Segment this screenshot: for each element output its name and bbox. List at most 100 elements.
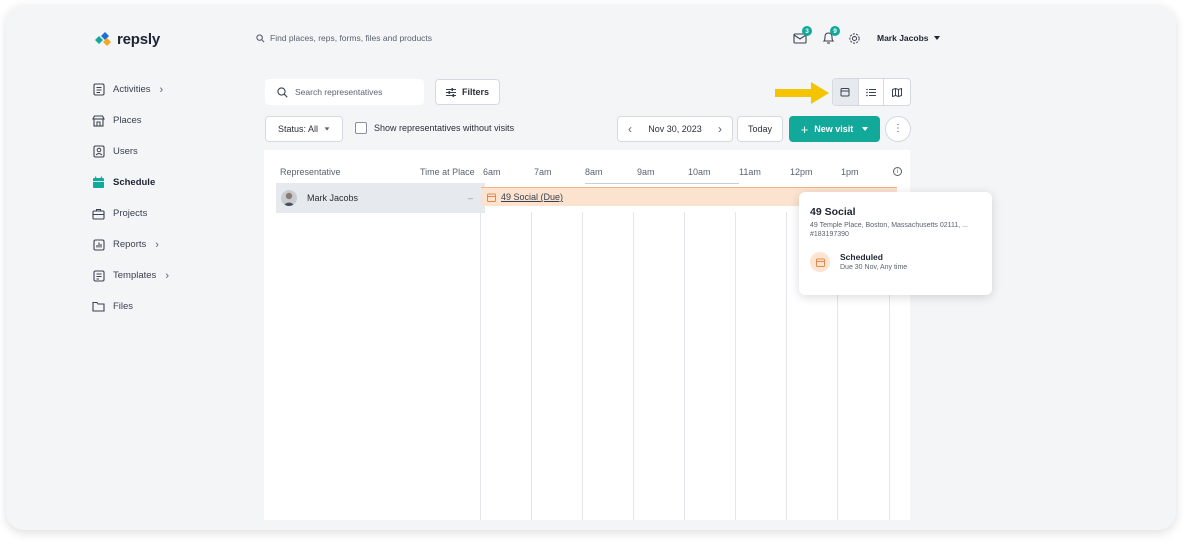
briefcase-icon <box>92 207 105 220</box>
calendar-icon <box>487 193 496 202</box>
visit-label: 49 Social (Due) <box>501 192 564 202</box>
representative-name: Mark Jacobs <box>307 193 359 203</box>
hour-label: 6am <box>483 167 501 177</box>
grid-line <box>633 212 634 520</box>
hour-label: 1pm <box>841 167 859 177</box>
filters-button[interactable]: Filters <box>435 79 500 105</box>
global-search[interactable]: Find places, reps, forms, files and prod… <box>256 33 432 43</box>
sidebar-item-reports[interactable]: Reports › <box>92 229 242 260</box>
hour-label: 11am <box>739 167 761 177</box>
user-menu[interactable]: Mark Jacobs <box>877 33 940 43</box>
sidebar-item-projects[interactable]: Projects <box>92 198 242 229</box>
popup-address: 49 Temple Place, Boston, Massachusetts 0… <box>810 222 968 229</box>
show-without-visits-label: Show representatives without visits <box>374 123 515 133</box>
chevron-right-icon: › <box>165 269 169 282</box>
template-icon <box>92 269 105 282</box>
popup-status: Scheduled Due 30 Nov, Any time <box>810 252 981 272</box>
new-visit-label: New visit <box>814 124 854 134</box>
search-icon <box>256 33 265 42</box>
logo-icon <box>95 31 111 46</box>
calendar-view-icon <box>840 88 850 97</box>
settings-button[interactable] <box>845 29 863 47</box>
sidebar-item-label: Users <box>113 146 138 157</box>
time-at-place-value: – <box>467 193 473 203</box>
current-time-underline <box>585 183 739 184</box>
user-badge-icon <box>92 145 105 158</box>
chevron-down-icon[interactable] <box>862 127 869 131</box>
sidebar-item-activities[interactable]: Activities › <box>92 74 242 105</box>
status-filter-dropdown[interactable]: Status: All <box>265 116 343 142</box>
grid-line <box>684 212 685 520</box>
gear-icon <box>848 32 860 44</box>
filters-label: Filters <box>461 87 489 97</box>
clipboard-list-icon <box>92 83 105 96</box>
sidebar-item-templates[interactable]: Templates › <box>92 260 242 291</box>
list-view-button[interactable] <box>859 79 885 105</box>
grid-line <box>786 212 787 520</box>
table-row[interactable]: Mark Jacobs – <box>276 183 485 213</box>
calendar-icon <box>810 252 830 272</box>
hour-label: 8am <box>585 167 603 177</box>
column-representative: Representative <box>280 167 341 177</box>
info-icon[interactable]: i <box>893 167 902 176</box>
sliders-icon <box>445 87 456 97</box>
hour-label: 12pm <box>790 167 813 177</box>
show-without-visits-toggle[interactable]: Show representatives without visits <box>355 122 514 134</box>
hour-label: 9am <box>637 167 655 177</box>
new-visit-button[interactable]: + New visit <box>789 116 880 142</box>
sidebar-item-schedule[interactable]: Schedule <box>92 167 242 198</box>
status-filter-label: Status: All <box>277 124 319 134</box>
messages-button[interactable]: 3 <box>791 26 812 47</box>
search-placeholder: Search representatives <box>295 87 383 97</box>
calendar-icon <box>92 176 105 189</box>
grid-line <box>531 212 532 520</box>
notifications-badge: 9 <box>830 26 840 36</box>
grid-line <box>582 212 583 520</box>
search-icon <box>277 86 288 98</box>
show-without-visits-checkbox[interactable] <box>355 122 367 134</box>
sidebar-item-files[interactable]: Files <box>92 291 242 322</box>
repsly-logo[interactable]: repsly <box>93 31 160 48</box>
calendar-view-button[interactable] <box>833 79 859 105</box>
chevron-down-icon <box>324 127 330 131</box>
popup-place-name[interactable]: 49 Social <box>810 206 981 218</box>
prev-day-button[interactable]: ‹ <box>628 122 632 136</box>
schedule-grid-header: Representative Time at Place 6am 7am 8am… <box>276 162 906 184</box>
highlight-arrow <box>775 82 829 104</box>
plus-icon: + <box>800 121 809 137</box>
folder-icon <box>92 300 105 313</box>
hour-label: 10am <box>688 167 711 177</box>
avatar <box>281 190 297 206</box>
sidebar-item-places[interactable]: Places <box>92 105 242 136</box>
sidebar-item-label: Templates <box>113 270 157 281</box>
next-day-button[interactable]: › <box>718 122 722 136</box>
representative-search-input[interactable]: Search representatives <box>265 79 424 105</box>
popup-status-title: Scheduled <box>840 252 883 262</box>
sidebar-item-label: Reports <box>113 239 147 250</box>
more-options-button[interactable]: ⋮ <box>885 116 911 142</box>
chevron-down-icon <box>933 36 940 40</box>
brand-name: repsly <box>117 31 160 48</box>
sidebar-item-label: Activities <box>113 84 151 95</box>
user-name: Mark Jacobs <box>877 33 929 43</box>
chevron-right-icon: › <box>159 83 164 96</box>
current-date-label[interactable]: Nov 30, 2023 <box>648 124 702 134</box>
popup-place-id: #183197390 <box>810 231 849 238</box>
sidebar-item-label: Projects <box>113 208 148 219</box>
sidebar-item-users[interactable]: Users <box>92 136 242 167</box>
map-view-button[interactable] <box>884 79 910 105</box>
today-button[interactable]: Today <box>737 116 783 142</box>
map-view-icon <box>892 87 903 97</box>
more-vertical-icon: ⋮ <box>893 123 903 134</box>
sidebar: Activities › Places Users Schedule Proje… <box>92 74 242 322</box>
sidebar-item-label: Files <box>113 301 134 312</box>
store-icon <box>92 114 105 127</box>
bar-chart-icon <box>92 238 105 251</box>
hour-label: 7am <box>534 167 552 177</box>
chevron-right-icon: › <box>155 238 159 251</box>
grid-line <box>480 212 481 520</box>
list-view-icon <box>866 88 876 96</box>
notifications-button[interactable]: 9 <box>819 26 840 47</box>
topbar-actions: 3 9 Mark Jacobs <box>791 26 940 47</box>
column-time-at-place: Time at Place <box>420 167 475 177</box>
